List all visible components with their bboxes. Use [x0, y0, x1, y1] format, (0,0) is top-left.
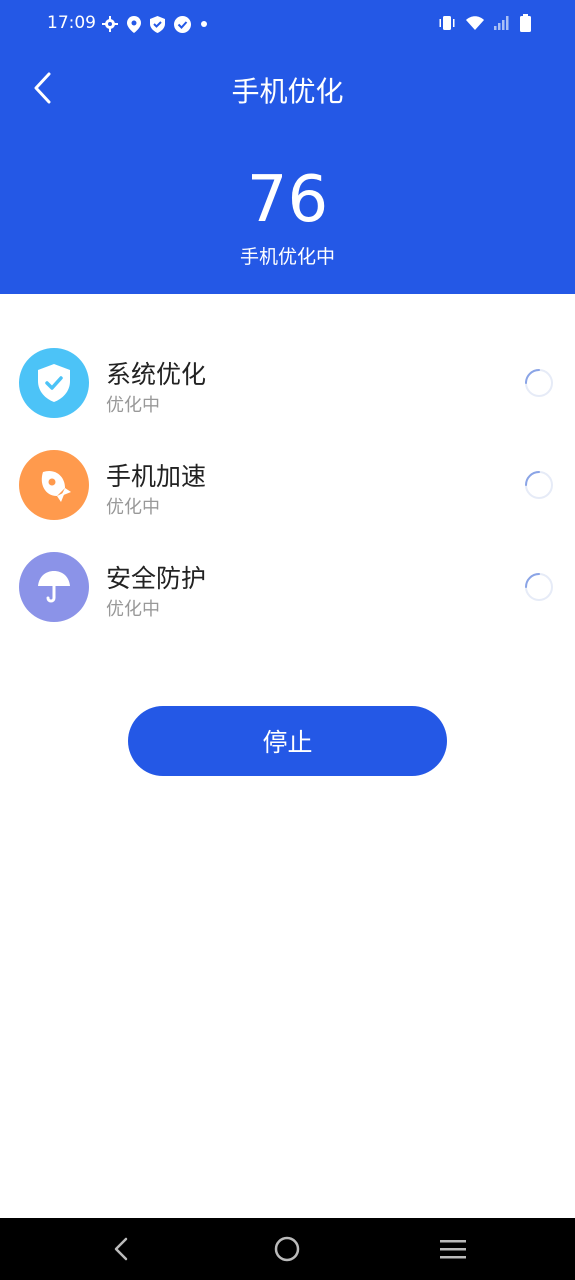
umbrella-icon — [38, 571, 70, 603]
item-status: 优化中 — [106, 395, 160, 416]
loading-spinner-icon — [525, 471, 553, 499]
nav-recents-button[interactable] — [438, 1234, 468, 1264]
status-icons-right — [438, 13, 531, 33]
vibrate-icon — [439, 16, 455, 30]
phone-speedup-icon-bg — [19, 450, 89, 520]
loading-spinner-icon — [525, 573, 553, 601]
shield-icon — [150, 15, 165, 33]
nav-recents-icon — [440, 1240, 466, 1259]
list-item-phone-speedup: 手机加速 优化中 — [0, 432, 575, 522]
dot-icon — [201, 21, 207, 27]
status-time: 17:09 — [47, 13, 96, 33]
item-title: 安全防护 — [106, 564, 207, 593]
score-caption: 手机优化中 — [239, 246, 335, 268]
system-optimize-icon-bg — [19, 348, 89, 418]
check-circle-icon — [174, 15, 191, 33]
status-bar: 17:09 — [0, 0, 575, 48]
system-nav-bar — [0, 1218, 575, 1280]
battery-icon — [520, 14, 531, 32]
settings-icon — [102, 16, 118, 32]
rocket-icon — [41, 470, 71, 502]
stop-button[interactable]: 停止 — [128, 706, 447, 776]
item-title: 手机加速 — [106, 462, 207, 491]
nav-home-icon — [274, 1236, 300, 1262]
nav-back-button[interactable] — [106, 1234, 136, 1264]
list-item-security-protect: 安全防护 优化中 — [0, 534, 575, 624]
security-protect-icon-bg — [19, 552, 89, 622]
loading-spinner-icon — [525, 369, 553, 397]
list-item-system-optimize: 系统优化 优化中 — [0, 330, 575, 420]
wifi-icon — [466, 16, 484, 30]
status-icons-left — [102, 14, 208, 34]
nav-home-button[interactable] — [272, 1234, 302, 1264]
item-status: 优化中 — [106, 599, 160, 620]
page-title: 手机优化 — [231, 75, 344, 108]
shield-check-icon — [38, 364, 70, 402]
item-status: 优化中 — [106, 497, 160, 518]
header: 17:09 手机优化 76 手机优化中 — [0, 0, 575, 294]
location-icon — [127, 15, 141, 33]
optimization-score: 76 — [246, 163, 329, 237]
item-title: 系统优化 — [106, 360, 207, 389]
signal-icon — [494, 16, 509, 30]
nav-back-icon — [114, 1237, 128, 1261]
